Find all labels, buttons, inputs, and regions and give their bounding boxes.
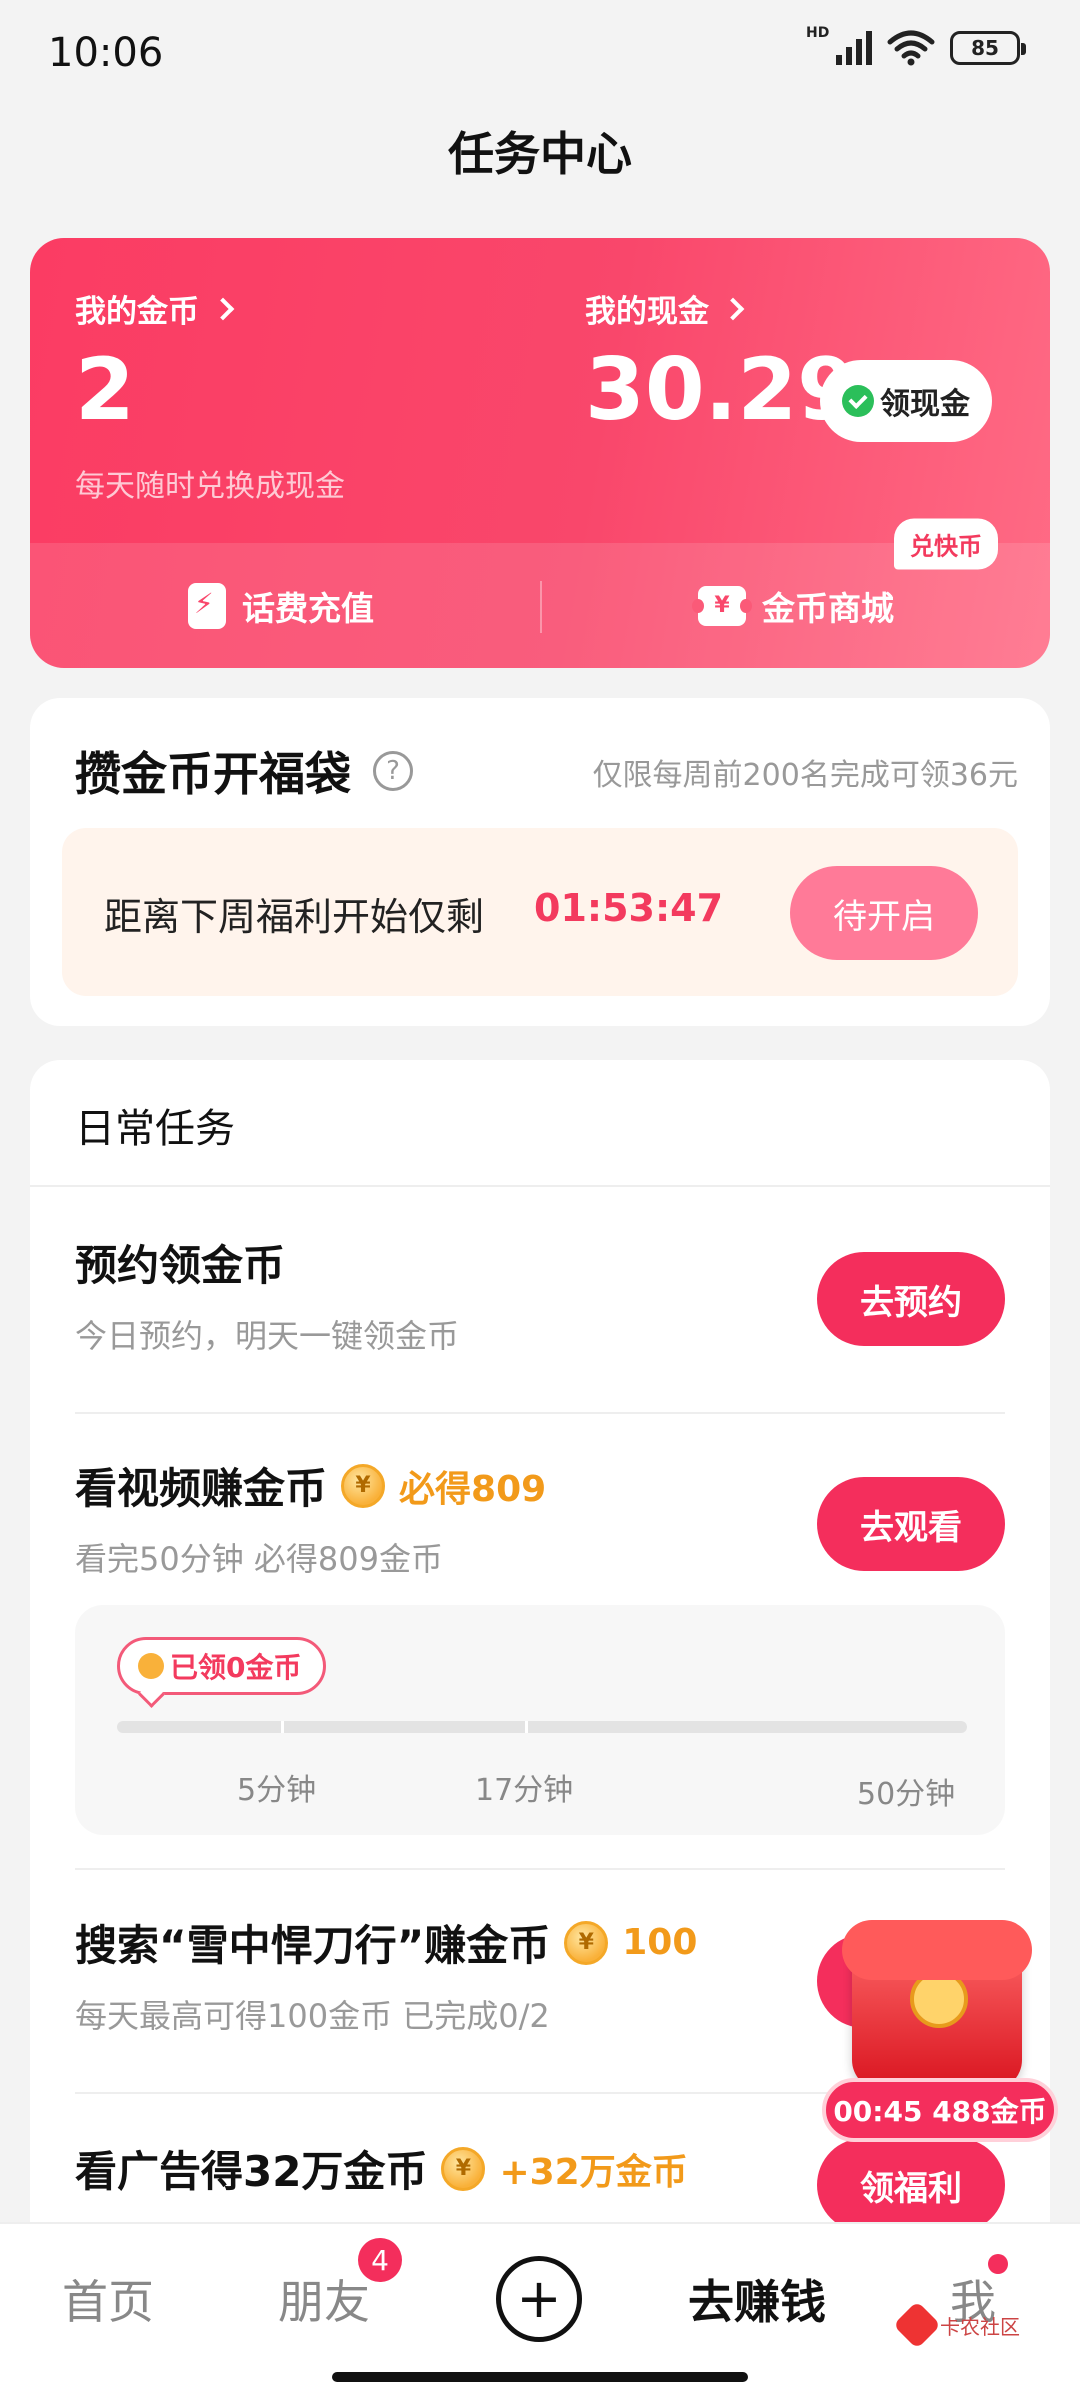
divider (75, 1868, 1005, 1870)
countdown-timer: 01:53:47 (534, 886, 724, 930)
exchange-kuaibi-badge: 兑快币 (894, 518, 998, 570)
pending-open-button[interactable]: 待开启 (790, 866, 978, 960)
help-icon[interactable]: ? (373, 751, 413, 791)
claim-cash-label: 领现金 (880, 387, 970, 422)
coin-exchange-hint: 每天随时兑换成现金 (75, 469, 345, 504)
daily-tasks-card: 日常任务 预约领金币 今日预约，明天一键领金币 去预约 看视频赚金币 ¥ 必得8… (30, 1060, 1050, 2400)
my-coins-section[interactable]: 我的金币 2 每天随时兑换成现金 (75, 286, 345, 505)
watermark-text: 卡农社区 (940, 2314, 1020, 2339)
coin-icon: ¥ (564, 1920, 609, 1965)
my-coins-label: 我的金币 (75, 294, 199, 330)
divider (540, 581, 542, 633)
task-reward: 100 (622, 1922, 698, 1963)
milestone-label: 17分钟 (475, 1773, 574, 1808)
countdown-label: 距离下周福利开始仅剩 (104, 895, 485, 939)
milestone-label: 50分钟 (857, 1777, 956, 1812)
watch-progress-bar (117, 1721, 967, 1733)
lucky-bag-title: 攒金币开福袋 (75, 747, 351, 801)
divider (30, 1185, 1050, 1187)
progress-tick (281, 1721, 284, 1733)
chevron-right-icon (211, 297, 235, 320)
coin-icon: ¥ (441, 2146, 486, 2191)
claim-benefit-button[interactable]: 领福利 (817, 2138, 1005, 2232)
phone-recharge-button[interactable]: 话费充值 (188, 543, 374, 668)
create-plus-button[interactable]: + (496, 2256, 582, 2342)
wallet-card: 我的金币 2 每天随时兑换成现金 我的现金 30.29 领现金 话费充值 ¥ 金… (30, 238, 1050, 668)
coin-mall-button[interactable]: ¥ 金币商城 (692, 543, 894, 668)
bolt-icon (188, 582, 226, 629)
signal-icon: HD (806, 25, 872, 65)
claimed-coins-label: 已领0金币 (170, 1651, 302, 1684)
network-type: HD (806, 25, 830, 41)
watermark: 卡农社区 (892, 2300, 1020, 2350)
me-notification-dot (988, 2254, 1008, 2274)
watch-button[interactable]: 去观看 (817, 1477, 1005, 1571)
video-progress-panel: 已领0金币 5分钟 17分钟 50分钟 (75, 1605, 1005, 1835)
status-bar: 10:06 HD 85 (0, 0, 1080, 110)
watermark-logo-icon (892, 2300, 942, 2350)
page-title: 任务中心 (448, 127, 632, 181)
status-icons: HD 85 (806, 25, 1026, 66)
tab-home[interactable]: 首页 (62, 2266, 154, 2332)
my-cash-link[interactable]: 我的现金 (585, 286, 857, 331)
battery-icon: 85 (950, 31, 1026, 65)
my-coins-link[interactable]: 我的金币 (75, 286, 345, 331)
reserve-button[interactable]: 去预约 (817, 1252, 1005, 1346)
task-title: 看广告得32万金币 (75, 2147, 428, 2196)
lucky-bag-title-row: 攒金币开福袋 ? (75, 738, 413, 804)
cash-balance: 30.29 (585, 340, 858, 440)
divider (75, 1412, 1005, 1414)
task-reward: +32万金币 (499, 2151, 688, 2193)
status-time: 10:06 (48, 30, 164, 76)
task-reserve: 预约领金币 今日预约，明天一键领金币 去预约 (75, 1232, 1005, 1357)
coupon-icon: ¥ (692, 585, 752, 626)
task-reward: 必得809 (399, 1468, 547, 1510)
friends-badge: 4 (358, 2238, 402, 2282)
floating-red-packet[interactable]: 00:45 488金币 (822, 1920, 1058, 2150)
claimed-coins-bubble: 已领0金币 (117, 1637, 327, 1695)
gift-timer: 00:45 488金币 (822, 2078, 1058, 2142)
battery-level: 85 (971, 36, 999, 60)
daily-tasks-title: 日常任务 (75, 1106, 235, 1152)
progress-tick (525, 1721, 528, 1733)
countdown-panel: 距离下周福利开始仅剩 01:53:47 待开启 (62, 828, 1018, 996)
coin-balance: 2 (75, 340, 135, 440)
gift-lid (842, 1920, 1032, 1980)
task-title: 搜索“雪中悍刀行”赚金币 (75, 1921, 551, 1970)
wifi-icon (887, 30, 935, 66)
tab-friends[interactable]: 朋友 (278, 2266, 370, 2332)
tab-earn[interactable]: 去赚钱 (688, 2266, 826, 2332)
task-watch-video: 看视频赚金币 ¥ 必得809 看完50分钟 必得809金币 去观看 (75, 1455, 1005, 1580)
my-cash-section[interactable]: 我的现金 30.29 (585, 286, 857, 433)
claim-cash-button[interactable]: 领现金 (820, 360, 992, 442)
my-cash-label: 我的现金 (585, 294, 709, 330)
milestone-label: 5分钟 (237, 1773, 317, 1808)
phone-recharge-label: 话费充值 (242, 588, 374, 628)
chevron-right-icon (721, 297, 745, 320)
coin-icon (138, 1653, 164, 1679)
coin-icon: ¥ (341, 1463, 386, 1508)
task-title: 看视频赚金币 (75, 1464, 328, 1513)
lucky-bag-card: 攒金币开福袋 ? 仅限每周前200名完成可领36元 距离下周福利开始仅剩 01:… (30, 698, 1050, 1026)
home-indicator[interactable] (332, 2372, 748, 2382)
coin-mall-label: 金币商城 (762, 588, 894, 628)
lucky-bag-note: 仅限每周前200名完成可领36元 (592, 758, 1018, 793)
wechat-check-icon (842, 385, 874, 417)
wallet-summary: 我的金币 2 每天随时兑换成现金 我的现金 30.29 领现金 (30, 238, 1050, 543)
